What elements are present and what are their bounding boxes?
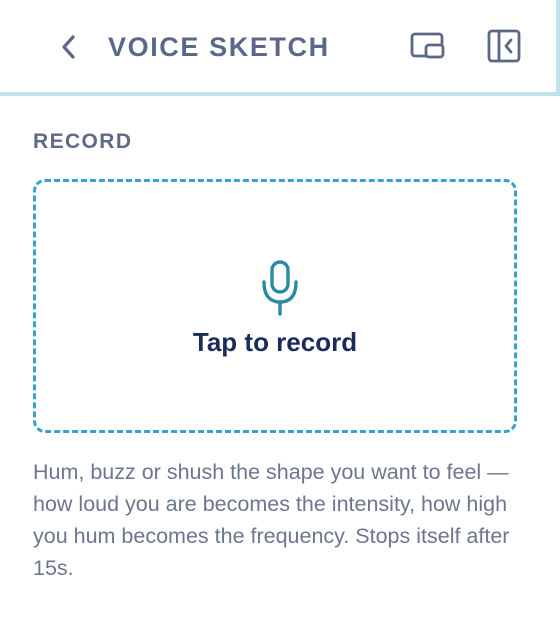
section-label-record: RECORD xyxy=(33,130,133,153)
record-dropzone[interactable]: Tap to record xyxy=(33,179,517,433)
collapse-panel-button[interactable] xyxy=(484,26,524,66)
picture-in-picture-icon xyxy=(410,32,445,59)
record-cta-label: Tap to record xyxy=(192,327,358,357)
record-help-text: Hum, buzz or shush the shape you want to… xyxy=(33,460,510,580)
voice-sketch-panel: VOICE SKETCH RECORD Tap to record Hum, b… xyxy=(0,0,560,624)
chevron-left-icon xyxy=(62,35,75,59)
page-title: VOICE SKETCH xyxy=(108,32,330,62)
back-button[interactable] xyxy=(54,30,84,64)
header-divider xyxy=(556,0,560,96)
picture-in-picture-button[interactable] xyxy=(408,28,448,64)
microphone-icon xyxy=(262,260,298,316)
panel-header: VOICE SKETCH xyxy=(0,0,556,96)
collapse-panel-icon xyxy=(487,29,521,63)
